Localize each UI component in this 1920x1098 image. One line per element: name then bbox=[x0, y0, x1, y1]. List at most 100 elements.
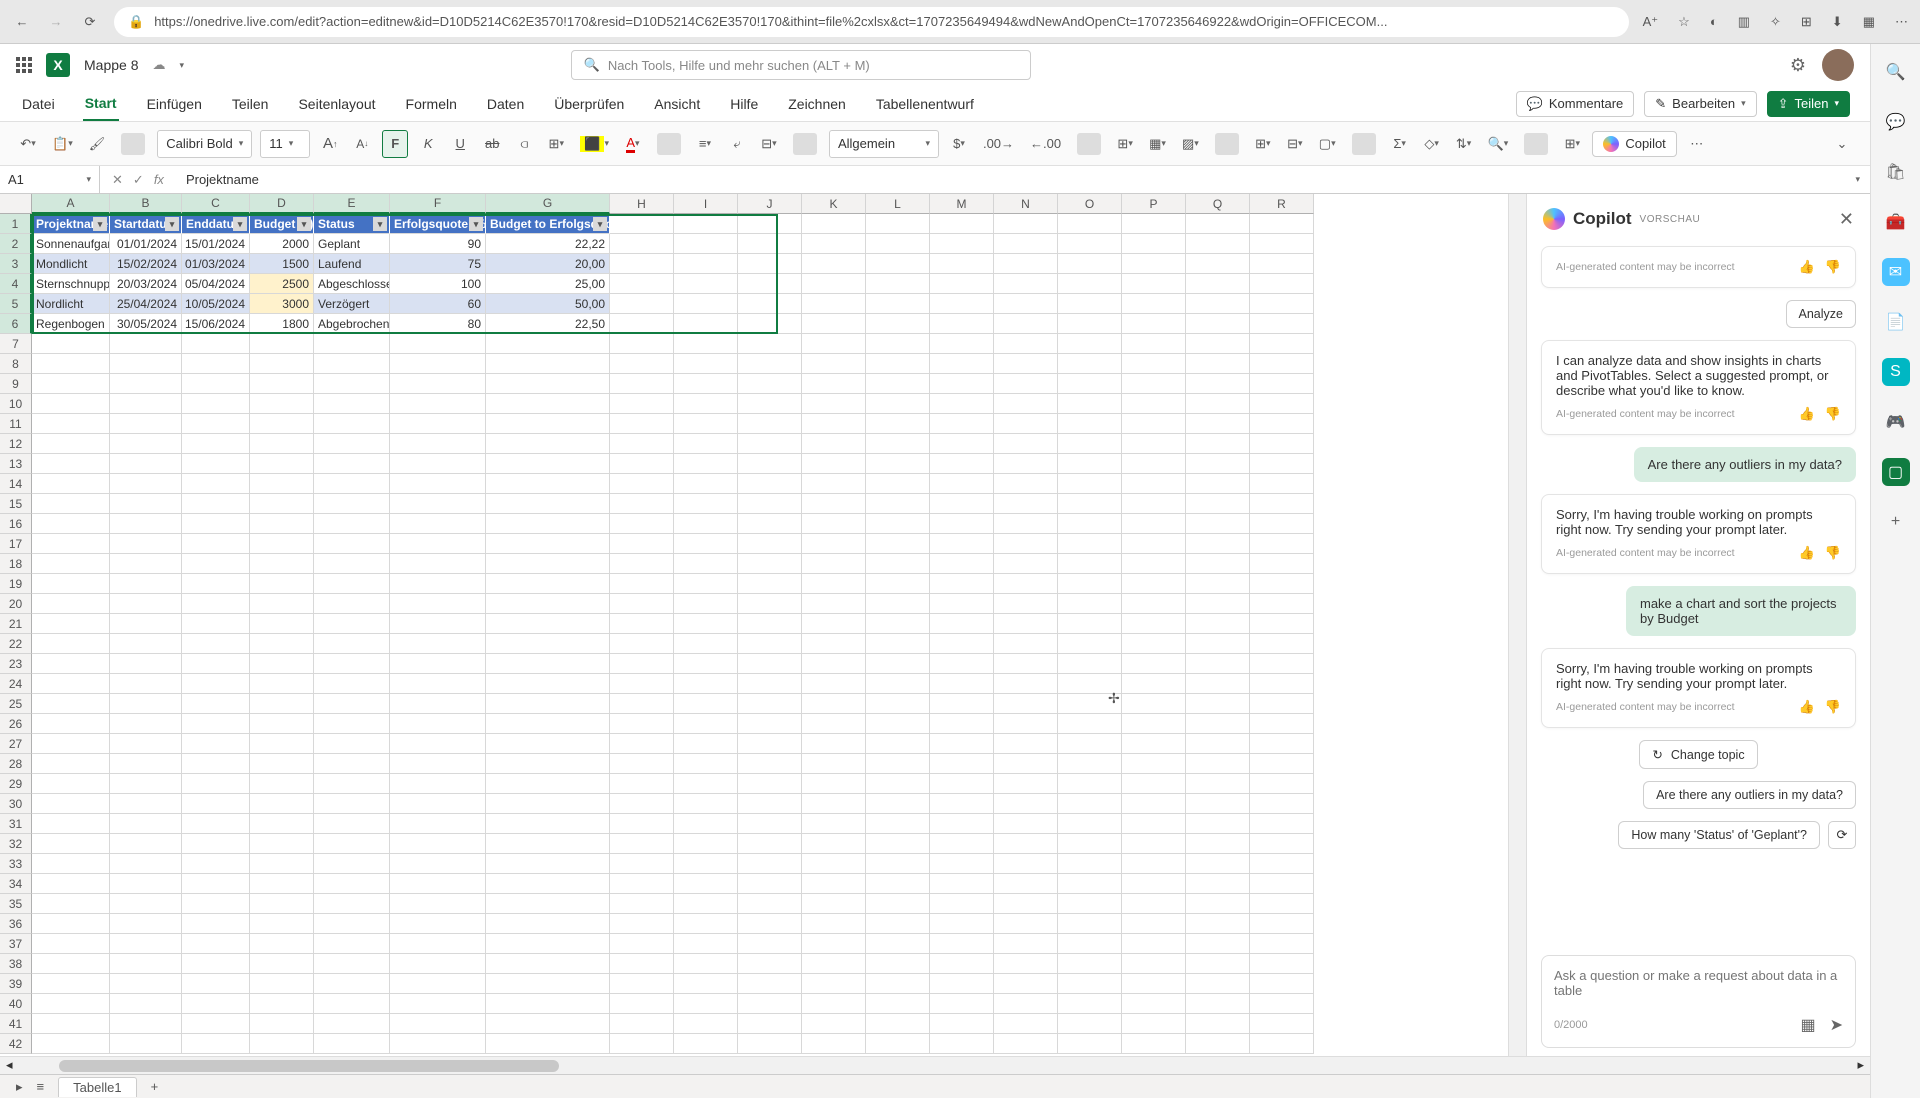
format-painter-icon[interactable]: 🖌 bbox=[85, 130, 110, 158]
cell[interactable] bbox=[1058, 874, 1122, 894]
cell[interactable] bbox=[738, 474, 802, 494]
app-launcher-icon[interactable] bbox=[16, 57, 32, 73]
cell[interactable] bbox=[610, 394, 674, 414]
cell[interactable] bbox=[866, 934, 930, 954]
cell[interactable] bbox=[390, 634, 486, 654]
cell[interactable] bbox=[1058, 714, 1122, 734]
cell[interactable] bbox=[32, 574, 110, 594]
cell[interactable] bbox=[32, 334, 110, 354]
cell[interactable] bbox=[994, 254, 1058, 274]
cell[interactable] bbox=[110, 754, 182, 774]
cell[interactable] bbox=[182, 334, 250, 354]
cell[interactable] bbox=[1250, 994, 1314, 1014]
row-header[interactable]: 28 bbox=[0, 754, 32, 774]
cell[interactable] bbox=[314, 754, 390, 774]
cell[interactable] bbox=[1186, 334, 1250, 354]
cell[interactable] bbox=[1058, 754, 1122, 774]
cell[interactable] bbox=[610, 654, 674, 674]
row-header[interactable]: 41 bbox=[0, 1014, 32, 1034]
cell[interactable] bbox=[994, 394, 1058, 414]
row-header[interactable]: 25 bbox=[0, 694, 32, 714]
cell[interactable] bbox=[1122, 834, 1186, 854]
cell[interactable] bbox=[1186, 1014, 1250, 1034]
spreadsheet-grid[interactable]: ABCDEFGHIJKLMNOPQR1Projektname▾Startdatu… bbox=[0, 194, 1508, 1056]
cell[interactable] bbox=[866, 314, 930, 334]
row-header[interactable]: 42 bbox=[0, 1034, 32, 1054]
cell[interactable]: 2000 bbox=[250, 234, 314, 254]
cell[interactable] bbox=[1250, 734, 1314, 754]
cell[interactable] bbox=[930, 734, 994, 754]
cell[interactable] bbox=[1058, 894, 1122, 914]
cell[interactable] bbox=[674, 574, 738, 594]
cell[interactable] bbox=[250, 794, 314, 814]
cell[interactable] bbox=[1122, 514, 1186, 534]
borders-icon[interactable]: ⊞▾ bbox=[544, 130, 568, 158]
cell[interactable] bbox=[1250, 514, 1314, 534]
cell[interactable] bbox=[250, 994, 314, 1014]
cell[interactable] bbox=[1186, 454, 1250, 474]
cell[interactable] bbox=[314, 634, 390, 654]
cell[interactable] bbox=[182, 394, 250, 414]
increase-decimal-icon[interactable]: .00→ bbox=[979, 130, 1018, 158]
clear-icon[interactable]: ◇▾ bbox=[1420, 130, 1444, 158]
cell[interactable] bbox=[738, 394, 802, 414]
cell[interactable] bbox=[250, 574, 314, 594]
cell[interactable] bbox=[32, 654, 110, 674]
cell[interactable] bbox=[1186, 394, 1250, 414]
filter-dropdown-icon[interactable]: ▾ bbox=[593, 217, 607, 231]
cell[interactable] bbox=[314, 974, 390, 994]
cell[interactable] bbox=[802, 474, 866, 494]
cell[interactable] bbox=[866, 814, 930, 834]
cell[interactable] bbox=[1058, 574, 1122, 594]
cell[interactable] bbox=[1122, 354, 1186, 374]
cell[interactable] bbox=[930, 254, 994, 274]
cell[interactable] bbox=[32, 1034, 110, 1054]
cell[interactable] bbox=[802, 394, 866, 414]
cell[interactable] bbox=[866, 374, 930, 394]
cell[interactable] bbox=[610, 574, 674, 594]
cell[interactable] bbox=[390, 494, 486, 514]
cell[interactable] bbox=[32, 634, 110, 654]
send-icon[interactable]: ➤ bbox=[1830, 1015, 1843, 1035]
thumbs-up-icon[interactable]: 👍 bbox=[1799, 545, 1815, 561]
cell[interactable]: Geplant bbox=[314, 234, 390, 254]
cell[interactable] bbox=[1058, 314, 1122, 334]
tab-tabellenentwurf[interactable]: Tabellenentwurf bbox=[874, 88, 976, 120]
cell[interactable] bbox=[674, 874, 738, 894]
cell[interactable] bbox=[1058, 434, 1122, 454]
cell[interactable] bbox=[610, 314, 674, 334]
cell[interactable] bbox=[182, 934, 250, 954]
cell[interactable] bbox=[738, 594, 802, 614]
cell[interactable]: 15/01/2024 bbox=[182, 234, 250, 254]
cell[interactable] bbox=[674, 514, 738, 534]
cell[interactable]: 22,22 bbox=[486, 234, 610, 254]
cell[interactable] bbox=[674, 794, 738, 814]
cell[interactable] bbox=[994, 894, 1058, 914]
cell[interactable] bbox=[610, 534, 674, 554]
cell[interactable] bbox=[802, 434, 866, 454]
row-header[interactable]: 36 bbox=[0, 914, 32, 934]
cell[interactable] bbox=[1122, 474, 1186, 494]
row-header[interactable]: 33 bbox=[0, 854, 32, 874]
cell[interactable] bbox=[110, 454, 182, 474]
cell[interactable] bbox=[610, 914, 674, 934]
cell[interactable] bbox=[866, 954, 930, 974]
cell[interactable] bbox=[390, 454, 486, 474]
cell[interactable] bbox=[674, 634, 738, 654]
cell[interactable] bbox=[930, 914, 994, 934]
col-header[interactable]: F bbox=[390, 194, 486, 214]
cell[interactable] bbox=[802, 574, 866, 594]
col-header[interactable]: K bbox=[802, 194, 866, 214]
cell[interactable] bbox=[1250, 854, 1314, 874]
cell[interactable] bbox=[994, 374, 1058, 394]
cell[interactable] bbox=[1250, 834, 1314, 854]
cell[interactable] bbox=[32, 434, 110, 454]
cell[interactable] bbox=[486, 974, 610, 994]
cell[interactable] bbox=[738, 414, 802, 434]
cell[interactable] bbox=[994, 454, 1058, 474]
cell[interactable] bbox=[738, 674, 802, 694]
row-header[interactable]: 12 bbox=[0, 434, 32, 454]
cell[interactable] bbox=[1250, 814, 1314, 834]
cell[interactable] bbox=[802, 594, 866, 614]
cell[interactable] bbox=[32, 474, 110, 494]
